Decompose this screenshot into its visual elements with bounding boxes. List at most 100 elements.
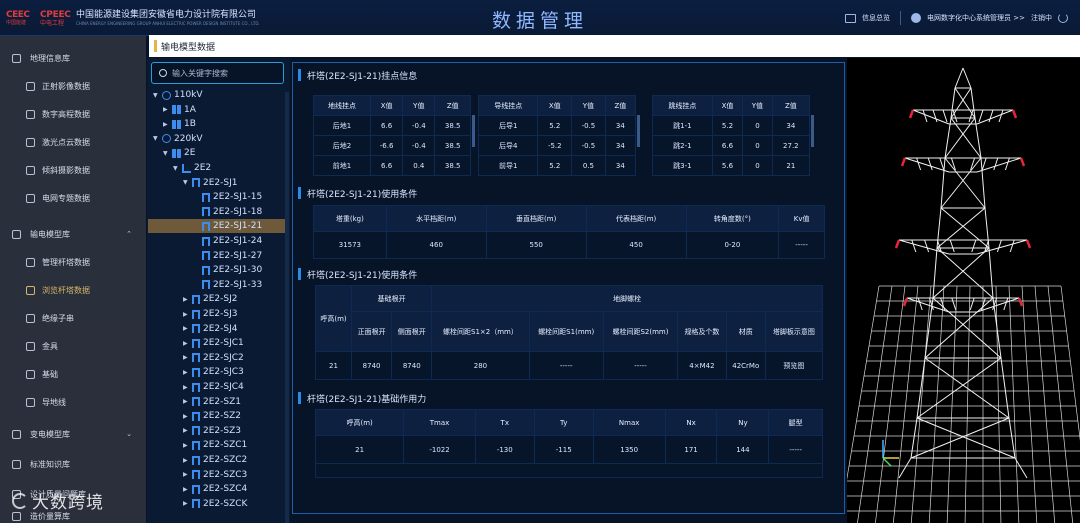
caret-right-icon[interactable]: ▶: [183, 471, 192, 478]
tree-node[interactable]: 2E2-SJ1-21: [148, 219, 285, 234]
table-row[interactable]: 跳1-1 5.2 0 34: [652, 115, 811, 136]
table-scrollbar[interactable]: [637, 115, 640, 147]
table-row[interactable]: 后导4 -5.2 -0.5 34: [477, 135, 637, 156]
table-scrollbar[interactable]: [811, 115, 814, 147]
table-row[interactable]: 后导1 5.2 -0.5 34: [477, 115, 637, 136]
caret-right-icon[interactable]: ▶: [163, 106, 172, 113]
nav-item-11[interactable]: 基础: [0, 360, 146, 388]
tree-node[interactable]: ▶ 2E2-SZC1: [183, 438, 247, 452]
logout-link[interactable]: 注销中: [1031, 13, 1052, 23]
table-row[interactable]: 前地1 6.6 0.4 38.5: [313, 155, 471, 176]
nav-item-9[interactable]: 绝缘子串: [0, 304, 146, 332]
nav-item-0[interactable]: 地理信息库: [0, 44, 146, 72]
nav-item-8[interactable]: 浏览杆塔数据: [0, 276, 146, 304]
caret-right-icon[interactable]: ▶: [183, 369, 192, 376]
tree-node[interactable]: 2E2-SJ1-27: [193, 249, 262, 263]
tree-node[interactable]: ▼ 110kV: [153, 88, 203, 102]
user-menu[interactable]: 电网数字化中心系统管理员 >>: [927, 13, 1025, 23]
tree-node[interactable]: ▼ 2E2-SJ1: [183, 176, 237, 190]
tower-3d-viewer[interactable]: [847, 58, 1080, 523]
table-row[interactable]: 后地2 -6.6 -0.4 38.5: [313, 135, 471, 156]
caret-down-icon[interactable]: ▼: [183, 179, 192, 186]
table-cell: 0.5: [571, 155, 606, 176]
nav-item-6[interactable]: 输电模型库 ⌃: [0, 220, 146, 248]
caret-down-icon[interactable]: ▼: [153, 92, 162, 99]
caret-right-icon[interactable]: ▶: [183, 500, 192, 507]
tower-3d-canvas[interactable]: [847, 58, 1080, 523]
tree-node[interactable]: ▶ 2E2-SJC4: [183, 380, 244, 394]
table-cell: 0: [742, 155, 773, 176]
caret-right-icon[interactable]: ▶: [183, 325, 192, 332]
tree-node[interactable]: ▶ 2E2-SZCK: [183, 497, 247, 511]
caret-down-icon[interactable]: ▼: [153, 135, 162, 142]
caret-right-icon[interactable]: ▶: [183, 296, 192, 303]
nav-item-3[interactable]: 激光点云数据: [0, 128, 146, 156]
tree-node[interactable]: 2E2-SJ1-33: [193, 278, 262, 292]
tree-node[interactable]: ▶ 1B: [163, 117, 196, 131]
caret-right-icon[interactable]: ▶: [163, 121, 172, 128]
table-scrollbar[interactable]: [472, 115, 475, 147]
tree-node[interactable]: 2E2-SJ1-30: [193, 263, 262, 277]
nav-icon: [12, 429, 21, 439]
table-row[interactable]: 跳3-1 5.6 0 21: [652, 155, 811, 176]
caret-down-icon[interactable]: ▼: [173, 165, 182, 172]
tower-icon: [192, 440, 200, 450]
chevron-up-icon[interactable]: ⌃: [126, 230, 132, 238]
tree-node[interactable]: ▶ 2E2-SJ2: [183, 292, 237, 306]
tree-node[interactable]: ▶ 2E2-SJ4: [183, 322, 237, 336]
caret-right-icon[interactable]: ▶: [183, 311, 192, 318]
tree-node[interactable]: ▼ 220kV: [153, 132, 203, 146]
tree-node[interactable]: 2E2-SJ1-18: [193, 205, 262, 219]
tree-node[interactable]: 2E2-SJ1-24: [193, 234, 262, 248]
nav-item-5[interactable]: 电网专题数据: [0, 184, 146, 212]
nav-item-7[interactable]: 管理杆塔数据: [0, 248, 146, 276]
tree-scrollbar[interactable]: [285, 92, 289, 523]
tree-node[interactable]: ▶ 2E2-SZC4: [183, 482, 247, 496]
table-row[interactable]: 后地1 6.6 -0.4 38.5: [313, 115, 471, 136]
power-icon[interactable]: [1058, 13, 1068, 23]
tree-node[interactable]: ▶ 2E2-SJ3: [183, 307, 237, 321]
messages-link[interactable]: 信息总览: [862, 13, 890, 23]
tree-node[interactable]: ▶ 2E2-SJC1: [183, 336, 244, 350]
preview-link[interactable]: 预览图: [764, 351, 824, 380]
tree-node[interactable]: ▼ 2E: [163, 146, 195, 160]
table-row[interactable]: 前导1 5.2 0.5 34: [477, 155, 637, 176]
caret-right-icon[interactable]: ▶: [183, 427, 192, 434]
nav-icon: [26, 341, 35, 351]
tree-node[interactable]: 2E2-SJ1-15: [193, 190, 262, 204]
caret-right-icon[interactable]: ▶: [183, 398, 192, 405]
tree-search-input[interactable]: [172, 68, 282, 78]
caret-right-icon[interactable]: ▶: [183, 340, 192, 347]
tree-node[interactable]: ▶ 2E2-SZ1: [183, 395, 241, 409]
caret-right-icon[interactable]: ▶: [183, 354, 192, 361]
message-icon[interactable]: [845, 13, 857, 23]
table-cell: 8740: [350, 351, 393, 380]
caret-right-icon[interactable]: ▶: [183, 442, 192, 449]
tree-node[interactable]: ▶ 1A: [163, 103, 196, 117]
tree-search[interactable]: [151, 62, 284, 84]
tree-node[interactable]: ▶ 2E2-SZ3: [183, 424, 241, 438]
caret-right-icon[interactable]: ▶: [183, 413, 192, 420]
nav-item-4[interactable]: 倾斜摄影数据: [0, 156, 146, 184]
tree-node[interactable]: ▶ 2E2-SJC2: [183, 351, 244, 365]
caret-down-icon[interactable]: ▼: [163, 150, 172, 157]
tree-node[interactable]: ▶ 2E2-SZ2: [183, 409, 241, 423]
chevron-down-icon[interactable]: ⌄: [126, 430, 132, 438]
tree-node[interactable]: ▶ 2E2-SZC2: [183, 453, 247, 467]
caret-right-icon[interactable]: ▶: [183, 457, 192, 464]
cpeec-logo: CPEEC 中电工程: [40, 10, 72, 27]
nav-item-14[interactable]: 标准知识库: [0, 450, 146, 478]
tree-node[interactable]: ▶ 2E2-SJC3: [183, 365, 244, 379]
nav-item-10[interactable]: 金具: [0, 332, 146, 360]
tree-node-label: 2E: [184, 148, 196, 159]
tree-node[interactable]: ▶ 2E2-SZC3: [183, 468, 247, 482]
nav-item-13[interactable]: 变电模型库 ⌄: [0, 420, 146, 448]
nav-item-12[interactable]: 导地线: [0, 388, 146, 416]
table-row[interactable]: 跳2-1 6.6 0 27.2: [652, 135, 811, 156]
section-accent: [298, 268, 301, 280]
caret-right-icon[interactable]: ▶: [183, 384, 192, 391]
nav-item-2[interactable]: 数字高程数据: [0, 100, 146, 128]
tree-node[interactable]: ▼ 2E2: [173, 161, 211, 175]
caret-right-icon[interactable]: ▶: [183, 486, 192, 493]
nav-item-1[interactable]: 正射影像数据: [0, 72, 146, 100]
